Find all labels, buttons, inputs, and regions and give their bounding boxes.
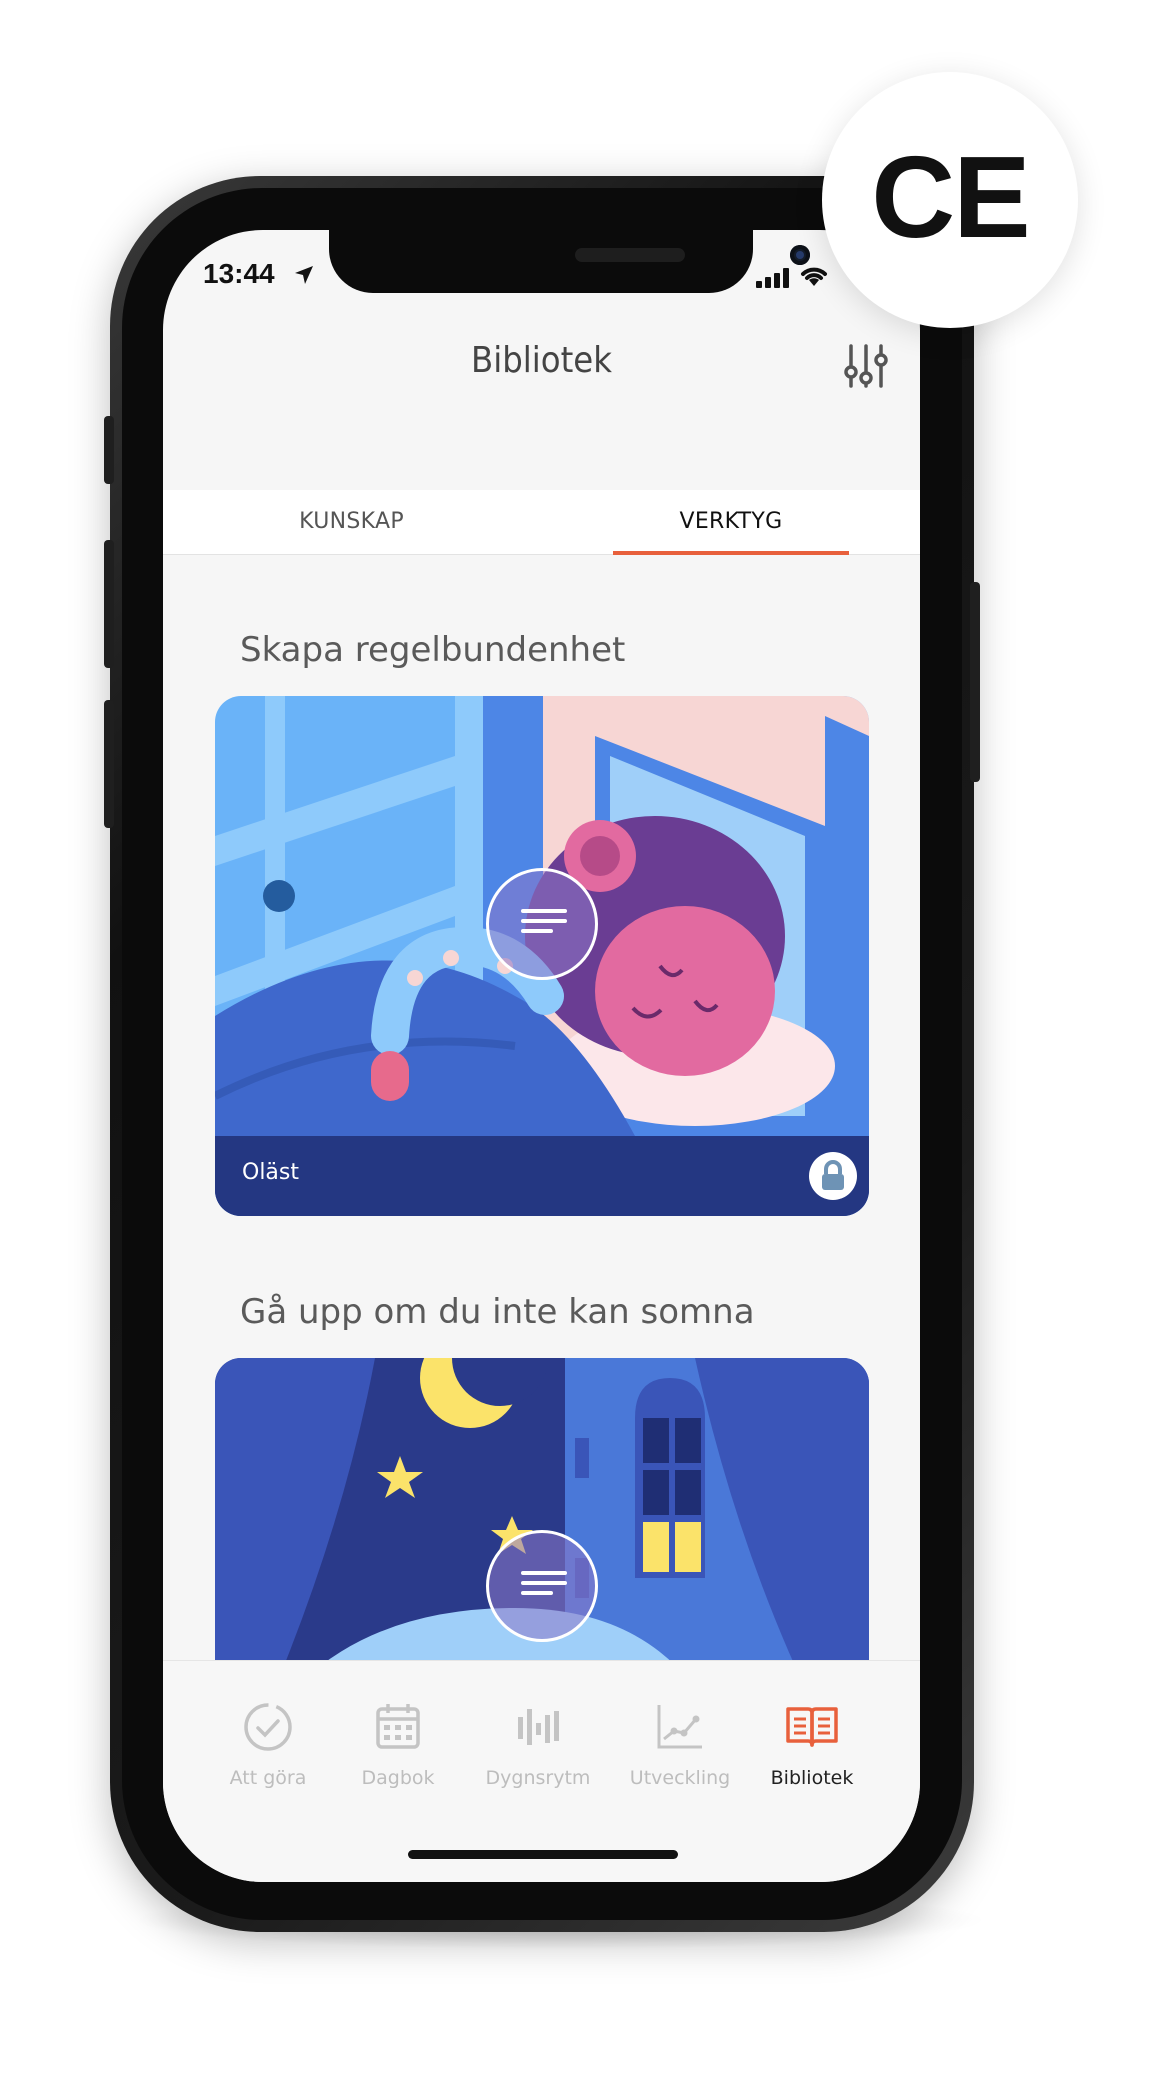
nav-label: Bibliotek (770, 1767, 854, 1789)
lock-icon (809, 1152, 857, 1200)
nav-item-utveckling[interactable]: Utveckling (615, 1701, 745, 1789)
nav-item-dygnsrytm[interactable]: Dygnsrytm (473, 1701, 603, 1789)
nav-label: Utveckling (629, 1767, 731, 1789)
status-time: 13:44 (203, 258, 275, 289)
read-article-badge (486, 868, 598, 980)
section-title: Skapa regelbundenhet (240, 630, 626, 670)
nav-label: Dagbok (361, 1767, 435, 1789)
wifi-icon (801, 267, 827, 286)
tab-verktyg-label: VERKTYG (679, 509, 783, 534)
read-status-label: Oläst (242, 1160, 299, 1185)
section-title: Gå upp om du inte kan somna (240, 1292, 755, 1332)
tab-kunskap[interactable]: KUNSKAP (163, 490, 540, 554)
page-title: Bibliotek (471, 340, 612, 381)
power-button (970, 582, 980, 782)
volume-down-button (104, 700, 114, 828)
ce-mark: CE (871, 132, 1030, 262)
speaker-grille (575, 248, 685, 262)
location-arrow-icon (295, 266, 313, 284)
tab-kunskap-label: KUNSKAP (299, 509, 404, 534)
app-screen: 13:44 Bibliotek KUNSKAP VERKTYG Skapa re… (163, 230, 920, 1882)
home-indicator (408, 1850, 678, 1859)
nav-label: Dygnsrytm (485, 1767, 591, 1789)
active-tab-indicator (613, 551, 849, 555)
calendar-icon (376, 1704, 420, 1749)
filter-button[interactable] (843, 342, 889, 394)
nav-item-dagbok[interactable]: Dagbok (333, 1701, 463, 1789)
text-lines-icon (521, 1571, 567, 1601)
bars-icon (518, 1709, 559, 1745)
cellular-signal-icon (756, 268, 789, 288)
notch (329, 230, 810, 293)
tab-verktyg[interactable]: VERKTYG (613, 490, 849, 555)
line-chart-icon (657, 1705, 702, 1749)
library-tabs: KUNSKAP VERKTYG (163, 490, 920, 555)
nav-label: Att göra (229, 1767, 307, 1789)
nav-item-bibliotek[interactable]: Bibliotek (747, 1701, 877, 1789)
ce-mark-badge: CE (822, 72, 1078, 328)
text-lines-icon (521, 909, 567, 939)
read-article-badge (486, 1530, 598, 1642)
mute-switch (104, 416, 114, 484)
card-footer: Oläst (215, 1136, 869, 1216)
book-icon (786, 1707, 838, 1747)
sliders-icon (844, 344, 888, 388)
article-card[interactable]: Oläst (215, 696, 869, 1216)
bottom-navigation: Att göra Dagbok Dygnsrytm Utveckling Bib… (163, 1660, 920, 1882)
check-circle-icon (244, 1703, 292, 1751)
nav-item-att-gora[interactable]: Att göra (203, 1701, 333, 1789)
volume-up-button (104, 540, 114, 668)
article-card[interactable] (215, 1358, 869, 1688)
front-camera (790, 245, 810, 265)
